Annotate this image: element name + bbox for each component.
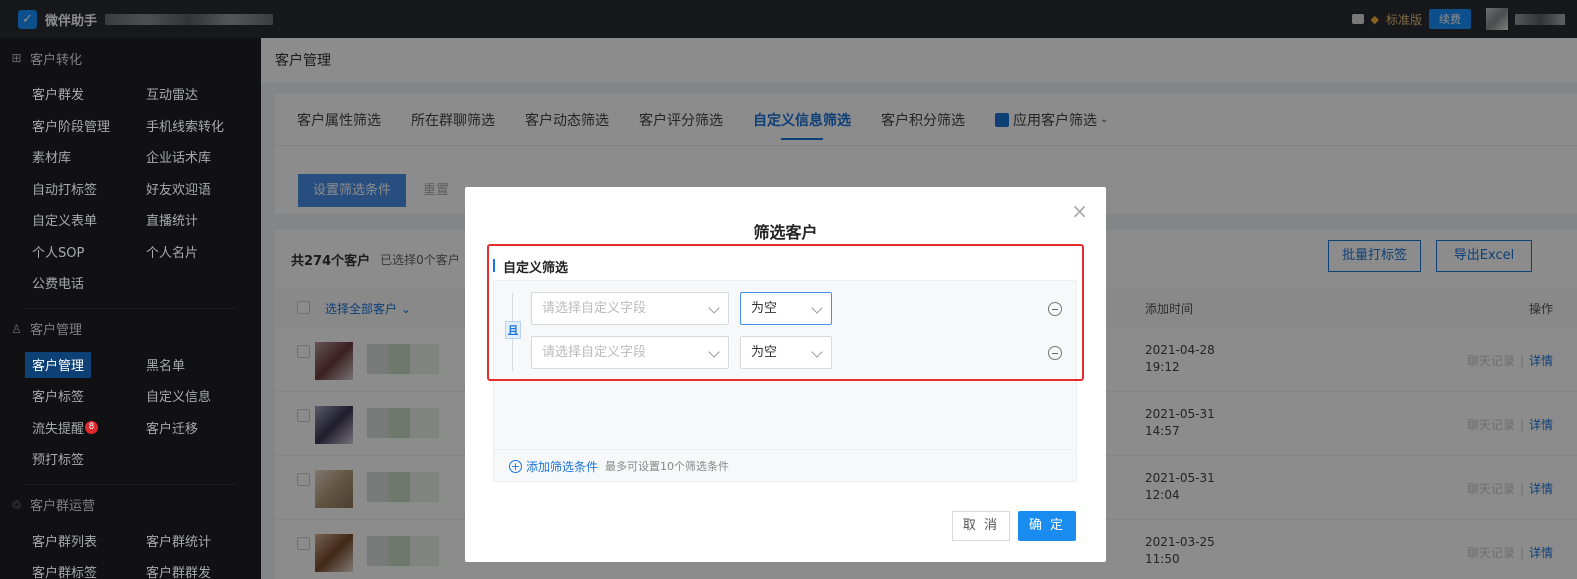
confirm-button[interactable]: 确 定 (1018, 511, 1076, 541)
dialog-title: 筛选客户 (753, 223, 818, 242)
add-condition-hint: 最多可设置10个筛选条件 (605, 460, 730, 473)
close-icon[interactable]: × (1071, 201, 1088, 221)
cancel-button[interactable]: 取 消 (952, 511, 1010, 541)
annotation-highlight-box (487, 244, 1084, 381)
filter-customer-dialog: × 筛选客户 自定义筛选 且 请选择自定义字段 为空 请选择自定义字段 为空 +… (465, 187, 1106, 562)
add-condition-row: + 添加筛选条件 最多可设置10个筛选条件 (493, 449, 1077, 482)
add-circle-icon[interactable]: + (509, 459, 522, 473)
add-condition-link[interactable]: 添加筛选条件 (526, 458, 598, 475)
churn-badge: 8 (85, 420, 99, 434)
